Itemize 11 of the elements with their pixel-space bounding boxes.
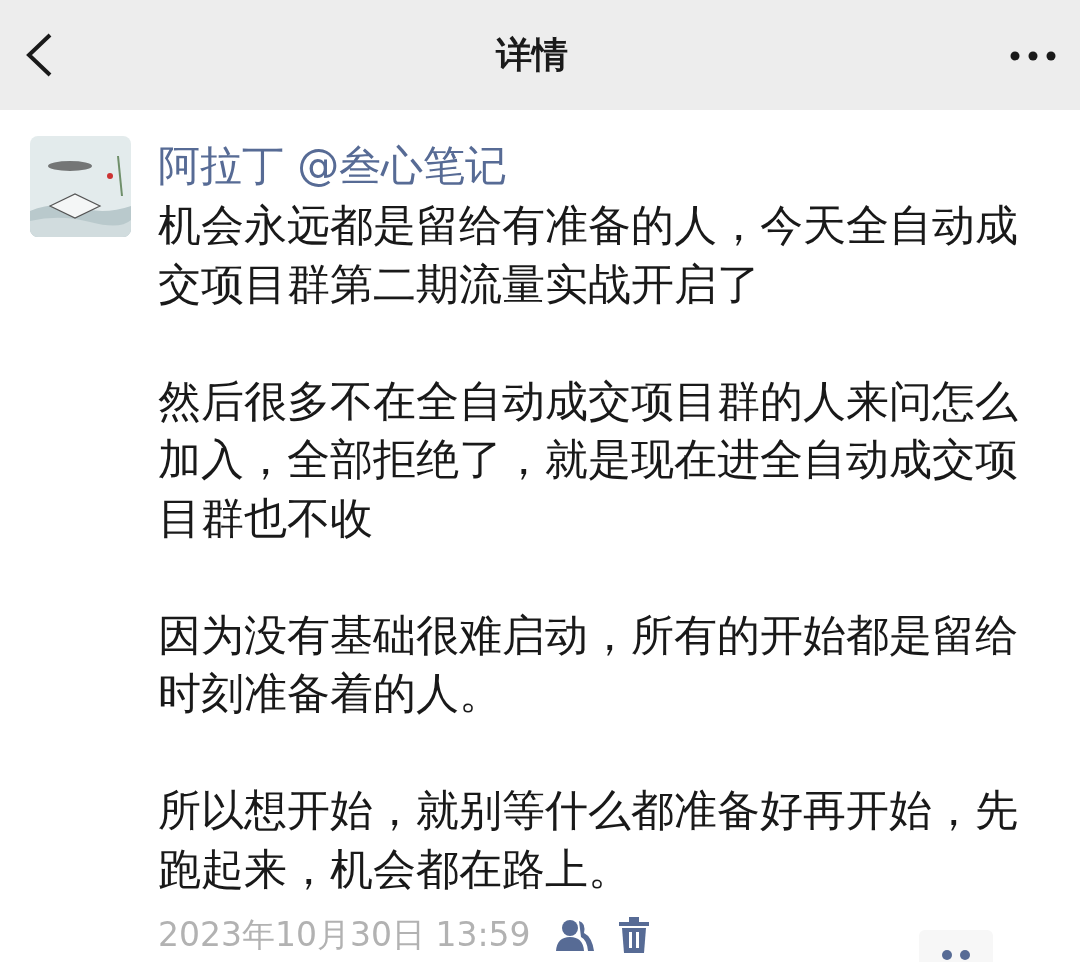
post-paragraph: 因为没有基础很难启动，所有的开始都是留给时刻准备着的人。 (158, 608, 1019, 720)
post-paragraph: 所以想开始，就别等什么都准备好再开始，先跑起来，机会都在路上。 (158, 784, 1019, 896)
author-name[interactable]: 阿拉丁 @叁心笔记 (158, 140, 1028, 192)
post-paragraph: 然后很多不在全自动成交项目群的人来问怎么加入，全部拒绝了，就是现在进全自动成交项目群也不收 (158, 374, 1019, 545)
post-paragraph: 机会永远都是留给有准备的人，今天全自动成交项目群第二期流量实战开启了 (158, 199, 1019, 311)
page-title: 详情 (496, 33, 568, 77)
delete-icon[interactable] (618, 917, 649, 953)
back-button[interactable] (24, 32, 54, 78)
friends-icon[interactable] (554, 918, 595, 952)
dots-icon (941, 950, 971, 960)
post-time: 2023年10月30日 13:59 (158, 914, 531, 957)
